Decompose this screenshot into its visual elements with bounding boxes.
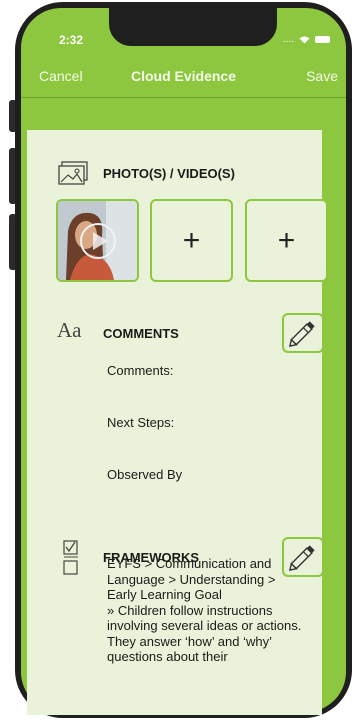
observed-by-field[interactable]: Observed By xyxy=(107,467,182,482)
pencil-icon xyxy=(288,321,315,348)
notch xyxy=(109,8,277,46)
framework-line: Language > Understanding > xyxy=(107,571,276,587)
photo-thumbnail[interactable] xyxy=(56,199,139,282)
frameworks-text: EYFS > Communication and Language > Unde… xyxy=(107,556,329,694)
checklist-icon xyxy=(63,540,78,575)
framework-line: » Children follow instructions xyxy=(107,602,273,618)
wifi-icon xyxy=(299,36,310,43)
status-icons: .... xyxy=(283,34,330,45)
text-format-icon: Aa xyxy=(57,318,82,342)
framework-line: EYFS > Communication and xyxy=(107,556,272,571)
framework-line: questions about their xyxy=(107,649,228,664)
photo-gallery-icon xyxy=(58,161,88,185)
battery-icon xyxy=(315,36,330,43)
photos-heading: PHOTO(S) / VIDEO(S) xyxy=(103,166,235,181)
plus-icon: + xyxy=(182,223,201,257)
status-time: 2:32 xyxy=(59,33,84,47)
next-steps-field[interactable]: Next Steps: xyxy=(107,415,174,430)
add-photo-button-1[interactable]: + xyxy=(150,199,233,282)
plus-icon: + xyxy=(277,223,296,257)
comments-field[interactable]: Comments: xyxy=(107,363,173,378)
nav-title: Cloud Evidence xyxy=(130,68,237,84)
nav-divider xyxy=(21,97,346,98)
add-photo-button-2[interactable]: + xyxy=(245,199,328,282)
framework-line: Early Learning Goal xyxy=(107,587,222,602)
framework-line: involving several ideas or actions. xyxy=(107,618,302,633)
video-thumbnail-image xyxy=(58,201,137,280)
edit-comments-button[interactable] xyxy=(282,313,324,353)
save-button[interactable]: Save xyxy=(306,68,338,84)
signal-dots: .... xyxy=(282,34,294,45)
framework-line: They answer ‘how’ and ‘why’ xyxy=(107,633,272,649)
comments-heading: COMMENTS xyxy=(103,326,179,341)
